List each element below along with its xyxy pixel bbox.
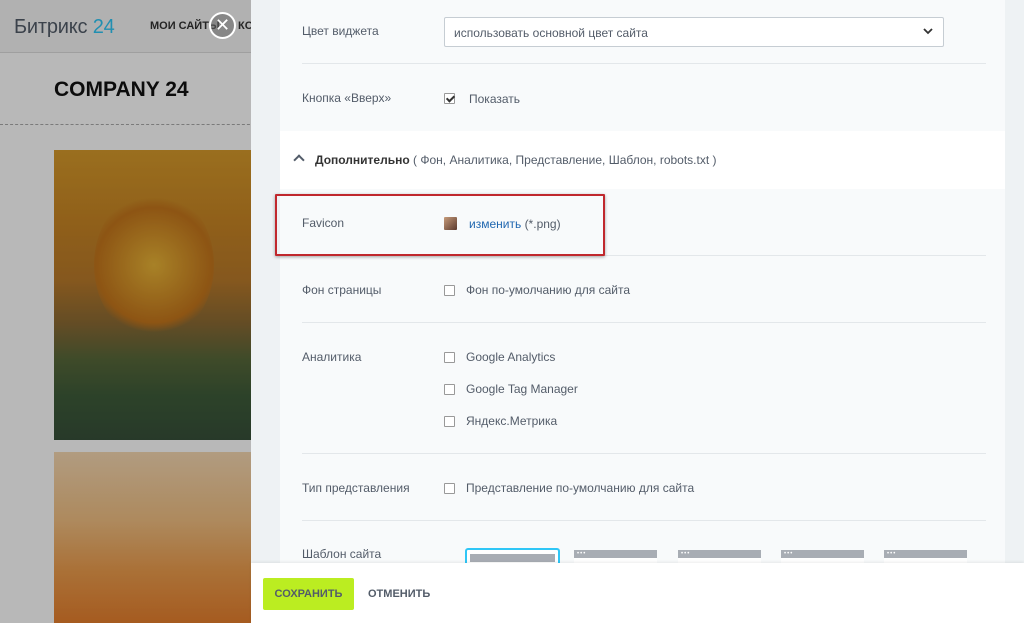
widget-color-row: Цвет виджета использовать основной цвет … xyxy=(302,0,986,64)
google-analytics-label: Google Analytics xyxy=(466,350,556,364)
settings-panel: Цвет виджета использовать основной цвет … xyxy=(251,0,1024,623)
widget-color-value: использовать основной цвет сайта xyxy=(454,26,648,40)
additional-details: ( Фон, Аналитика, Представление, Шаблон,… xyxy=(413,153,717,167)
view-type-label: Тип представления xyxy=(302,481,410,495)
template-thumb-4[interactable]: ••• xyxy=(781,550,864,563)
view-type-row: Тип представления Представление по-умолч… xyxy=(302,454,986,521)
template-thumb-5[interactable]: ••• xyxy=(884,550,967,563)
cancel-button[interactable]: ОТМЕНИТЬ xyxy=(368,578,430,610)
close-slider-button[interactable]: ✕ xyxy=(209,12,236,39)
page-bg-label: Фон страницы xyxy=(302,283,382,297)
page-bg-checkbox-label: Фон по-умолчанию для сайта xyxy=(466,283,631,297)
google-tag-manager-checkbox[interactable] xyxy=(444,384,455,395)
template-thumb-3[interactable]: ••• xyxy=(678,550,761,563)
view-type-checkbox[interactable] xyxy=(444,483,455,494)
additional-title: Дополнительно xyxy=(315,153,410,167)
page-bg-row: Фон страницы Фон по-умолчанию для сайта xyxy=(302,256,986,323)
view-type-checkbox-label: Представление по-умолчанию для сайта xyxy=(466,481,695,495)
save-button[interactable]: СОХРАНИТЬ xyxy=(263,578,354,610)
panel-footer: СОХРАНИТЬ ОТМЕНИТЬ xyxy=(251,563,1024,623)
page-overlay xyxy=(0,0,260,623)
up-button-row: Кнопка «Вверх» Показать xyxy=(302,64,986,131)
settings-form: Цвет виджета использовать основной цвет … xyxy=(280,0,1005,563)
up-button-checkbox[interactable] xyxy=(444,93,455,104)
favicon-highlight-box xyxy=(275,194,605,256)
google-tag-manager-label: Google Tag Manager xyxy=(466,382,578,396)
analytics-label: Аналитика xyxy=(302,350,362,364)
google-analytics-checkbox[interactable] xyxy=(444,352,455,363)
close-icon: ✕ xyxy=(214,15,231,35)
chevron-down-icon xyxy=(923,28,933,35)
widget-color-label: Цвет виджета xyxy=(302,24,379,38)
additional-section-header[interactable]: Дополнительно ( Фон, Аналитика, Представ… xyxy=(280,131,1005,189)
up-button-label: Кнопка «Вверх» xyxy=(302,91,392,105)
analytics-row: Аналитика Google Analytics Google Tag Ma… xyxy=(302,323,986,454)
up-button-checkbox-label: Показать xyxy=(469,92,521,106)
page-bg-checkbox[interactable] xyxy=(444,285,455,296)
widget-color-select[interactable]: использовать основной цвет сайта xyxy=(444,17,944,47)
yandex-metrika-label: Яндекс.Метрика xyxy=(466,414,558,428)
site-template-label: Шаблон сайта xyxy=(302,547,382,561)
template-thumb-2[interactable]: ••• xyxy=(574,550,657,563)
chevron-up-icon xyxy=(293,154,305,166)
template-thumb-1[interactable]: ••• xyxy=(465,548,560,563)
yandex-metrika-checkbox[interactable] xyxy=(444,416,455,427)
